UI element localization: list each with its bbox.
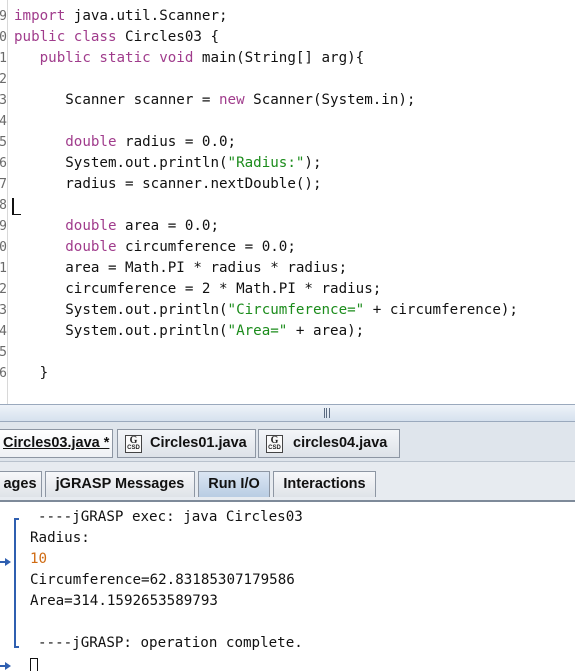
line-number: 3	[0, 93, 7, 108]
code-text: System.out.println(	[14, 323, 228, 339]
line-number: 0	[0, 30, 7, 45]
line-number: 1	[0, 51, 7, 66]
code-line: circumference = 2 * Math.PI * radius;	[14, 279, 381, 300]
code-text: );	[304, 155, 322, 171]
code-string: "Circumference="	[227, 302, 365, 318]
code-text: radius = 0.0;	[116, 134, 237, 150]
code-string: "Area="	[227, 323, 288, 339]
code-text: + area);	[287, 323, 365, 339]
console-input-cursor[interactable]	[30, 658, 38, 671]
line-number: 4	[0, 324, 7, 339]
code-line: System.out.println("Area=" + area);	[14, 321, 364, 342]
code-text: area = Math.PI * radius * radius;	[14, 260, 348, 276]
code-keyword: double	[65, 218, 117, 234]
console-area-output: Area=314.1592653589793	[30, 593, 218, 609]
code-text: area = 0.0;	[116, 218, 219, 234]
code-line: public static void main(String[] arg){	[14, 48, 365, 69]
code-text: + circumference);	[364, 302, 518, 318]
code-keyword: public class	[14, 29, 117, 45]
text-cursor	[12, 198, 21, 215]
pane-splitter[interactable]	[0, 404, 575, 422]
line-number: 9	[0, 9, 7, 24]
tab-interactions[interactable]: Interactions	[273, 471, 376, 497]
console-user-input: 10	[30, 551, 48, 567]
line-number: 9	[0, 219, 7, 234]
file-tab-label: Circles01.java	[150, 435, 247, 451]
code-text: System.out.println(	[14, 155, 228, 171]
line-number: 3	[0, 303, 7, 318]
line-number: 5	[0, 345, 7, 360]
code-text: main(String[] arg){	[193, 50, 365, 66]
code-keyword: import	[14, 8, 66, 24]
code-line: public class Circles03 {	[14, 27, 219, 48]
console-circumference-output: Circumference=62.83185307179586	[30, 572, 295, 588]
line-number-gutter: 8901234567890123456	[0, 0, 8, 404]
tab-compile-messages[interactable]: ages	[0, 471, 42, 497]
code-line: double area = 0.0;	[14, 216, 219, 237]
code-line: }	[14, 363, 49, 384]
code-editor[interactable]: 8901234567890123456 import java.util.Sca…	[0, 0, 575, 404]
line-number: 6	[0, 366, 7, 381]
tab-run-io[interactable]: Run I/O	[198, 471, 270, 497]
console-session-bracket	[14, 518, 19, 648]
file-tab-circles01[interactable]: G CSD Circles01.java	[117, 429, 256, 458]
code-keyword: new	[219, 92, 245, 108]
run-io-console[interactable]: ----jGRASP exec: java Circles03 Radius: …	[0, 502, 575, 671]
line-number: 2	[0, 282, 7, 297]
code-keyword: public static void	[39, 50, 194, 66]
csd-file-icon: G CSD	[125, 435, 142, 453]
file-tab-label: circles04.java	[293, 435, 388, 451]
code-line: area = Math.PI * radius * radius;	[14, 258, 347, 279]
file-tab-bar: Circles03.java * G CSD Circles01.java G CS…	[0, 422, 575, 462]
console-complete-line: ----jGRASP: operation complete.	[38, 635, 303, 651]
code-text: Scanner scanner =	[14, 92, 219, 108]
code-text: java.util.Scanner;	[65, 8, 228, 24]
code-text: }	[14, 365, 49, 381]
code-line: radius = scanner.nextDouble();	[14, 174, 322, 195]
code-string: "Radius:"	[227, 155, 305, 171]
line-number: 2	[0, 72, 7, 87]
csd-file-icon: G CSD	[266, 435, 283, 453]
input-arrow-icon	[0, 662, 12, 670]
code-line: System.out.println("Radius:");	[14, 153, 322, 174]
line-number: 8	[0, 198, 7, 213]
code-keyword: double	[65, 134, 117, 150]
console-exec-line: ----jGRASP exec: java Circles03	[38, 509, 303, 525]
line-number: 1	[0, 261, 7, 276]
splitter-grip-icon[interactable]	[324, 408, 330, 418]
file-tab-circles03[interactable]: Circles03.java *	[0, 429, 113, 458]
line-number: 4	[0, 114, 7, 129]
line-number: 0	[0, 240, 7, 255]
code-line: double radius = 0.0;	[14, 132, 236, 153]
tab-jgrasp-messages[interactable]: jGRASP Messages	[45, 471, 195, 497]
code-line: System.out.println("Circumference=" + ci…	[14, 300, 518, 321]
input-arrow-icon	[0, 558, 12, 566]
code-keyword: double	[65, 239, 117, 255]
code-text: System.out.println(	[14, 302, 228, 318]
console-prompt: Radius:	[30, 530, 90, 546]
code-line: import java.util.Scanner;	[14, 6, 228, 27]
code-text: radius = scanner.nextDouble();	[14, 176, 322, 192]
code-text: circumference = 2 * Math.PI * radius;	[14, 281, 382, 297]
line-number: 5	[0, 135, 7, 150]
file-tab-label: Circles03.java *	[3, 435, 110, 451]
code-line: double circumference = 0.0;	[14, 237, 296, 258]
message-tab-bar: ages jGRASP Messages Run I/O Interaction…	[0, 462, 575, 502]
code-text: Scanner(System.in);	[244, 92, 416, 108]
code-line: Scanner scanner = new Scanner(System.in)…	[14, 90, 415, 111]
code-text: Circles03 {	[116, 29, 219, 45]
line-number: 7	[0, 177, 7, 192]
file-tab-circles04[interactable]: G CSD circles04.java	[258, 429, 400, 458]
code-text: circumference = 0.0;	[116, 239, 296, 255]
line-number: 6	[0, 156, 7, 171]
